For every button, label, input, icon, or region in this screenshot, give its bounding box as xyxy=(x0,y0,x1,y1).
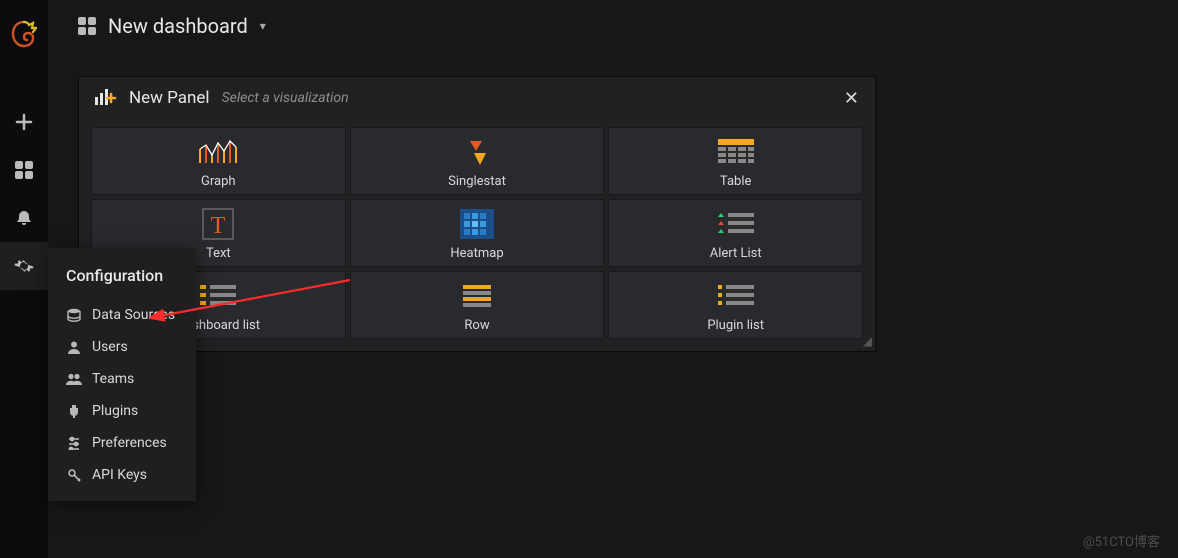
config-item-api-keys[interactable]: API Keys xyxy=(48,459,196,491)
key-icon xyxy=(66,468,82,482)
heatmap-icon xyxy=(460,206,494,242)
viz-alert-list[interactable]: Alert List xyxy=(608,199,863,267)
bar-chart-icon xyxy=(95,87,117,109)
flyout-label: API Keys xyxy=(92,467,147,483)
users-icon xyxy=(66,372,82,386)
watermark: @51CTO博客 xyxy=(1083,531,1160,550)
row-icon xyxy=(463,278,491,314)
dashboard-icon xyxy=(78,17,96,35)
config-item-teams[interactable]: Teams xyxy=(48,363,196,395)
config-item-users[interactable]: Users xyxy=(48,331,196,363)
viz-label: Text xyxy=(206,246,231,261)
viz-label: Singlestat xyxy=(448,174,506,189)
config-item-data-sources[interactable]: Data Sources xyxy=(48,299,196,331)
panel-header: New Panel Select a visualization ✕ xyxy=(79,77,875,119)
sidebar-rail xyxy=(0,0,48,558)
visualization-grid: Graph Singlestat Table T Text Heatmap xyxy=(79,119,875,351)
flyout-label: Plugins xyxy=(92,403,138,419)
dashboard-title[interactable]: New dashboard xyxy=(108,14,248,38)
flyout-label: Users xyxy=(92,339,128,355)
alert-list-icon xyxy=(714,206,758,242)
database-icon xyxy=(66,308,82,322)
plug-icon xyxy=(66,404,82,418)
flyout-title: Configuration xyxy=(48,260,196,299)
viz-label: Table xyxy=(720,174,751,189)
plugin-list-icon xyxy=(714,278,758,314)
flyout-label: Teams xyxy=(92,371,134,387)
topbar: New dashboard ▾ xyxy=(48,0,266,52)
configuration-icon[interactable] xyxy=(0,242,48,290)
viz-singlestat[interactable]: Singlestat xyxy=(350,127,605,195)
text-icon: T xyxy=(201,206,235,242)
chevron-down-icon[interactable]: ▾ xyxy=(260,19,266,33)
singlestat-icon xyxy=(460,134,494,170)
sliders-icon xyxy=(66,436,82,450)
viz-label: Graph xyxy=(201,174,236,189)
flyout-label: Preferences xyxy=(92,435,167,451)
user-icon xyxy=(66,340,82,354)
viz-plugin-list[interactable]: Plugin list xyxy=(608,271,863,339)
new-panel-card: New Panel Select a visualization ✕ Graph… xyxy=(78,76,876,352)
config-item-plugins[interactable]: Plugins xyxy=(48,395,196,427)
viz-label: Plugin list xyxy=(707,318,764,333)
flyout-label: Data Sources xyxy=(92,307,175,323)
viz-heatmap[interactable]: Heatmap xyxy=(350,199,605,267)
table-icon xyxy=(716,134,756,170)
svg-text:T: T xyxy=(211,213,226,239)
configuration-flyout: Configuration Data Sources Users Teams P… xyxy=(48,248,196,501)
viz-row[interactable]: Row xyxy=(350,271,605,339)
viz-label: Heatmap xyxy=(450,246,503,261)
panel-title: New Panel xyxy=(129,88,210,108)
viz-graph[interactable]: Graph xyxy=(91,127,346,195)
viz-table[interactable]: Table xyxy=(608,127,863,195)
dashboard-list-icon xyxy=(196,278,240,314)
alerting-icon[interactable] xyxy=(0,194,48,242)
close-icon[interactable]: ✕ xyxy=(844,88,859,109)
dashboards-icon[interactable] xyxy=(0,146,48,194)
create-icon[interactable] xyxy=(0,98,48,146)
graph-icon xyxy=(196,134,240,170)
config-item-preferences[interactable]: Preferences xyxy=(48,427,196,459)
panel-subtitle: Select a visualization xyxy=(222,90,349,106)
grafana-logo[interactable] xyxy=(0,10,48,58)
viz-label: Alert List xyxy=(710,246,762,261)
viz-label: Row xyxy=(464,318,489,333)
